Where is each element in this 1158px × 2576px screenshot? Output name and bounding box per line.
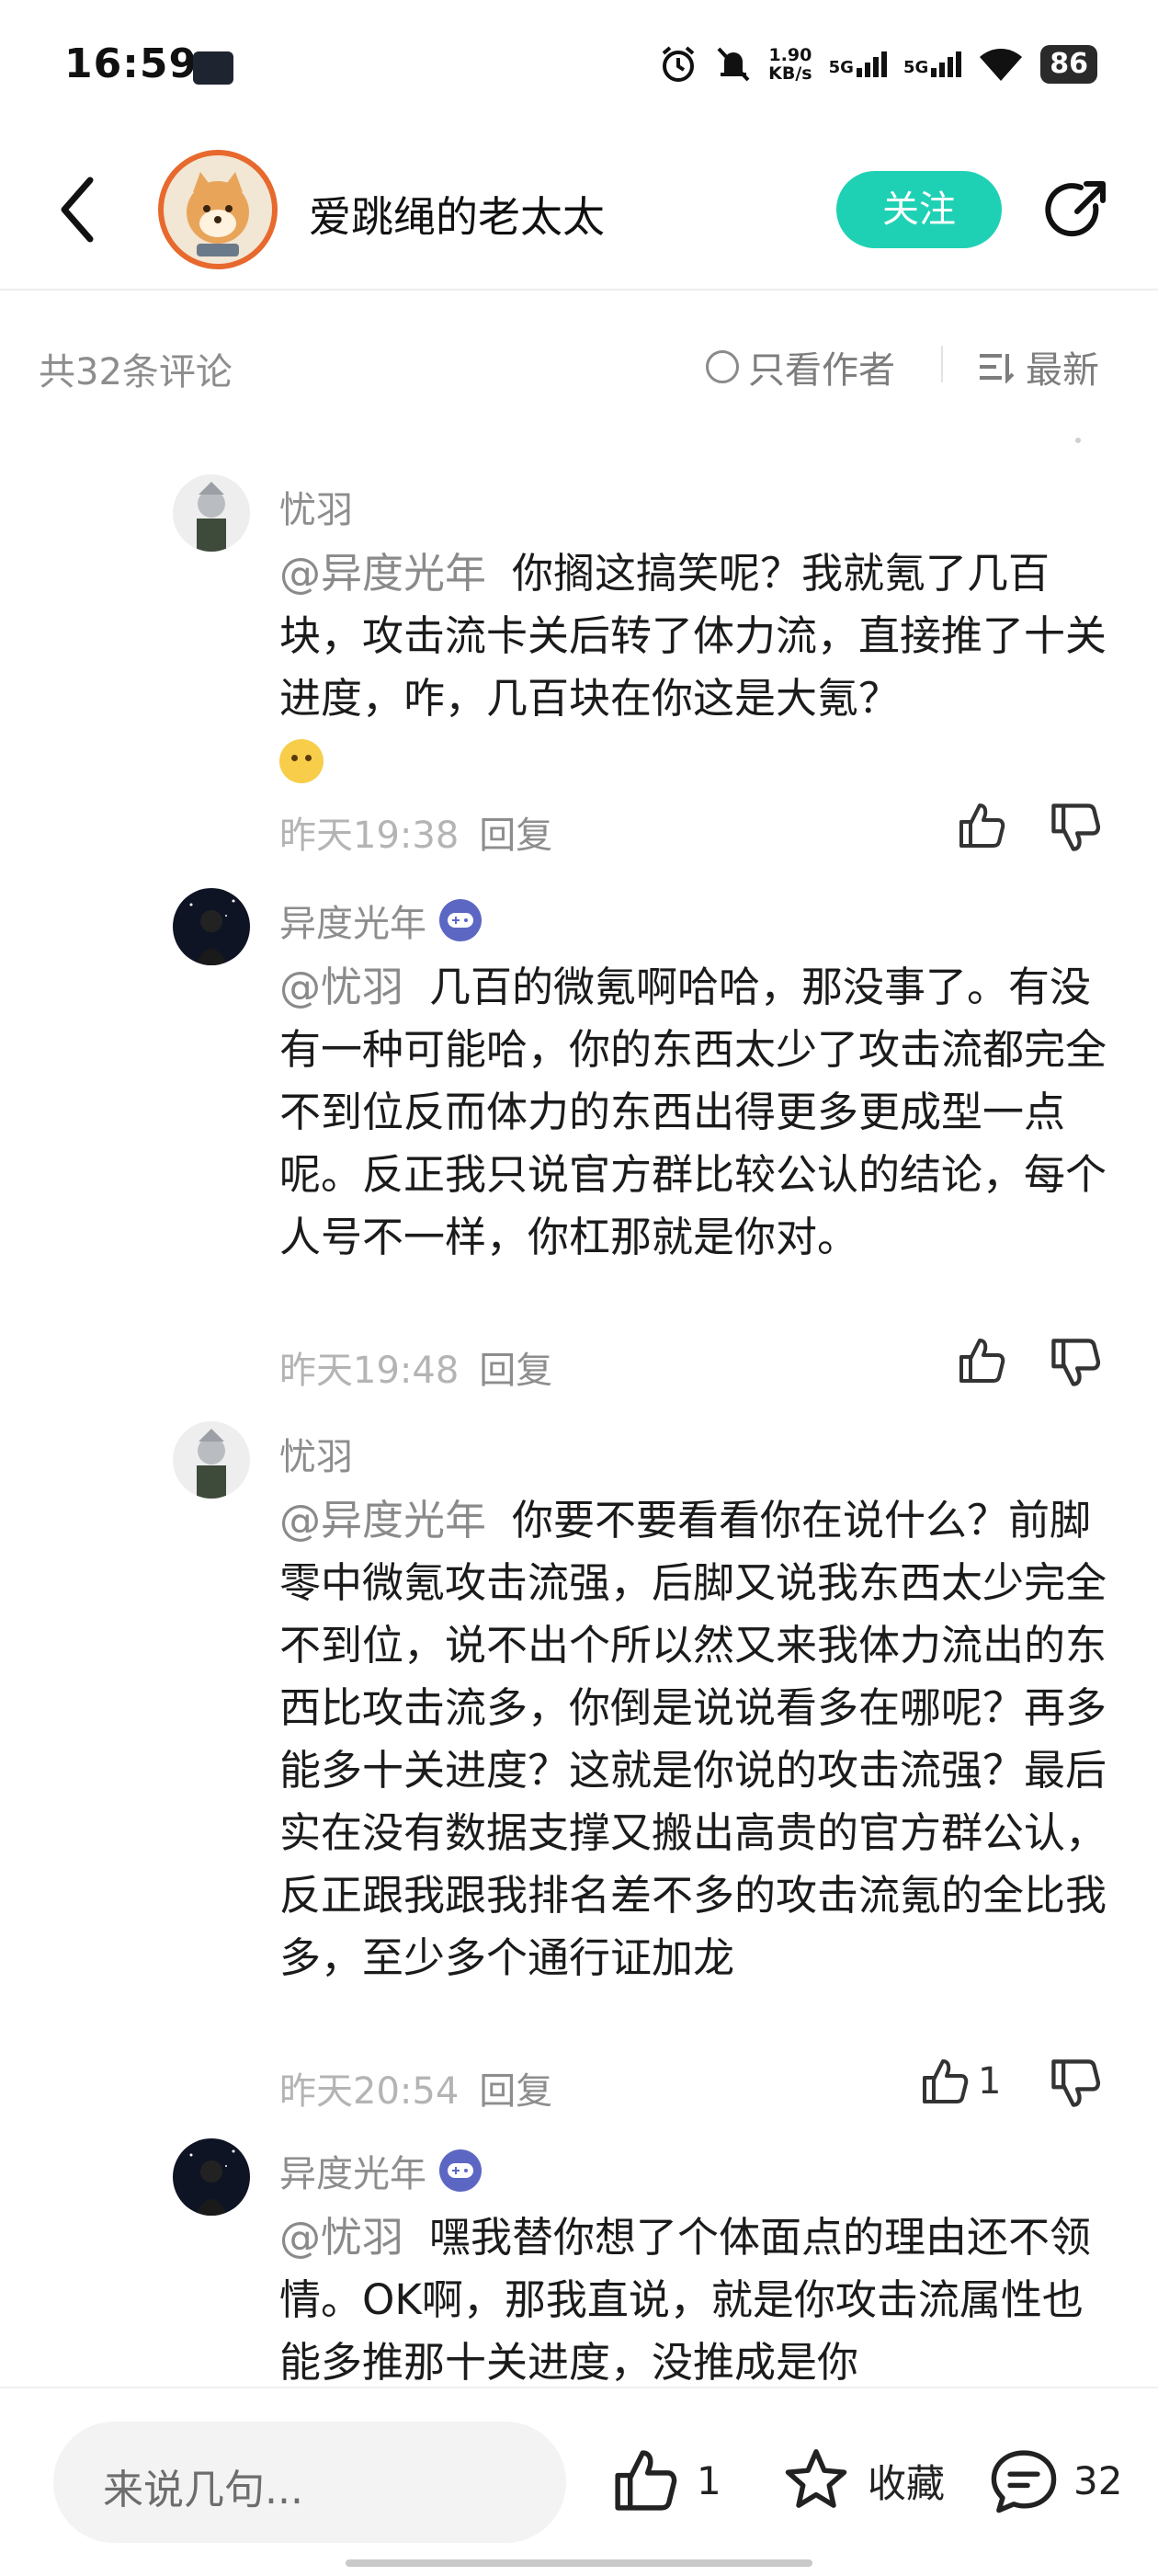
signal-2-icon: 5G <box>903 51 962 77</box>
reply-text: @异度光年 你要不要看看你在说什么？前脚零中微氪攻击流强，后脚又说我东西太少完全不… <box>279 1489 1107 1989</box>
net-speed-unit: KB/s <box>768 63 812 84</box>
reply-username[interactable]: 异度光年 <box>279 894 482 947</box>
mention-link[interactable]: @异度光年 <box>279 549 486 598</box>
signal-1-icon: 5G <box>829 51 887 77</box>
gamepad-badge-icon <box>439 2149 482 2192</box>
reply-avatar[interactable] <box>173 1421 250 1499</box>
username-text: 忧羽 <box>279 489 353 531</box>
reply-time: 昨天20:54 <box>279 2070 460 2113</box>
like-count: 1 <box>978 2060 1002 2103</box>
scroll-dot <box>1075 438 1081 443</box>
username-text: 异度光年 <box>279 903 426 945</box>
sort-icon <box>980 354 1015 383</box>
reply-username[interactable]: 异度光年 <box>279 2144 482 2197</box>
comments-button[interactable]: 32 <box>987 2445 1122 2515</box>
notification-app-icon <box>193 51 233 85</box>
post-like-button[interactable]: 1 <box>610 2445 721 2515</box>
header-divider <box>0 289 1158 291</box>
radio-icon[interactable] <box>706 350 739 383</box>
reply-text: @忧羽 嘿我替你想了个体面点的理由还不领情。OK啊，那我直说，就是你攻击流属性也能… <box>279 2206 1107 2385</box>
thumbs-down-icon[interactable] <box>1048 2056 1103 2111</box>
mention-link[interactable]: @异度光年 <box>279 1496 486 1544</box>
sim1-label: 5G <box>828 58 854 77</box>
status-time: 16:59 <box>64 40 199 87</box>
mute-icon <box>717 47 750 82</box>
net-speed-value: 1.90 <box>768 45 812 65</box>
reply-username[interactable]: 忧羽 <box>279 480 353 533</box>
filter-divider <box>941 346 943 382</box>
reply-avatar[interactable] <box>173 474 250 552</box>
reply-meta: 昨天20:54 回复 <box>279 2061 552 2114</box>
share-icon[interactable] <box>1039 175 1112 248</box>
post-like-count: 1 <box>697 2457 721 2503</box>
home-indicator[interactable] <box>346 2559 812 2567</box>
battery-indicator: 86 <box>1040 45 1097 84</box>
reply-avatar[interactable] <box>173 888 250 965</box>
status-icons: 1.90 KB/s 5G 5G 86 <box>658 44 1097 85</box>
reply-avatar[interactable] <box>173 2138 250 2216</box>
comment-bubble-icon <box>991 2450 1057 2513</box>
comment-count-label: 共32条评论 <box>39 351 233 393</box>
sort-label: 最新 <box>1026 349 1099 392</box>
author-avatar[interactable] <box>158 150 278 269</box>
reply-button[interactable]: 回复 <box>479 2070 552 2113</box>
author-name[interactable]: 爱跳绳的老太太 <box>309 184 605 245</box>
thumbs-up-icon <box>923 2059 969 2103</box>
reply-content: 你要不要看看你在说什么？前脚零中微氪攻击流强，后脚又说我东西太少完全不到位，说不… <box>279 1496 1107 1982</box>
reply-text: @忧羽 几百的微氪啊哈哈，那没事了。有没有一种可能哈，你的东西太少了攻击流都完全不… <box>279 956 1107 1269</box>
reply-button[interactable]: 回复 <box>479 815 552 857</box>
thumbs-up-icon <box>615 2450 677 2511</box>
mention-link[interactable]: @忧羽 <box>279 2213 403 2262</box>
sort-button[interactable]: 最新 <box>978 340 1099 393</box>
thumbs-up-icon <box>959 1339 1005 1383</box>
mention-link[interactable]: @忧羽 <box>279 963 403 1011</box>
reply-content: 几百的微氪啊哈哈，那没事了。有没有一种可能哈，你的东西太少了攻击流都完全不到位反… <box>279 963 1107 1261</box>
like-button[interactable] <box>956 800 1015 851</box>
favorite-button[interactable]: 收藏 <box>781 2445 945 2515</box>
sim2-label: 5G <box>903 58 929 77</box>
username-text: 忧羽 <box>279 1436 353 1478</box>
gamepad-badge-icon <box>439 899 482 941</box>
thumbs-up-icon <box>959 804 1005 848</box>
reply-meta: 昨天19:38 回复 <box>279 805 552 859</box>
comment-input-placeholder[interactable]: 来说几句... <box>103 2456 303 2515</box>
thumbs-down-icon[interactable] <box>1048 1335 1103 1390</box>
like-button[interactable]: 1 <box>919 2056 1001 2107</box>
alarm-icon <box>662 46 695 82</box>
reply-time: 昨天19:38 <box>279 815 460 857</box>
emoji-icon <box>279 739 324 783</box>
reply-time: 昨天19:48 <box>279 1350 460 1392</box>
follow-button[interactable]: 关注 <box>836 171 1002 248</box>
reply-text: @异度光年 你搁这搞笑呢？我就氪了几百块，攻击流卡关后转了体力流，直接推了十关进度… <box>279 542 1107 792</box>
back-icon[interactable] <box>57 175 97 245</box>
reply-username[interactable]: 忧羽 <box>279 1427 353 1480</box>
reply-item: 异度光年 @忧羽 嘿我替你想了个体面点的理由还不领情。OK啊，那我直说，就是你攻击… <box>0 2138 1158 2385</box>
net-speed: 1.90 KB/s <box>768 46 812 83</box>
reply-meta: 昨天19:48 回复 <box>279 1340 552 1394</box>
only-author-toggle[interactable]: 只看作者 <box>706 340 895 393</box>
comment-count: 32 <box>1073 2457 1123 2503</box>
thumbs-down-icon[interactable] <box>1048 800 1103 855</box>
wifi-icon <box>980 49 1023 81</box>
username-text: 异度光年 <box>279 2153 426 2195</box>
reply-button[interactable]: 回复 <box>479 1350 552 1392</box>
like-button[interactable] <box>956 1335 1015 1386</box>
favorite-label: 收藏 <box>868 2460 946 2506</box>
star-icon <box>785 2449 847 2508</box>
only-author-label: 只看作者 <box>748 349 895 392</box>
